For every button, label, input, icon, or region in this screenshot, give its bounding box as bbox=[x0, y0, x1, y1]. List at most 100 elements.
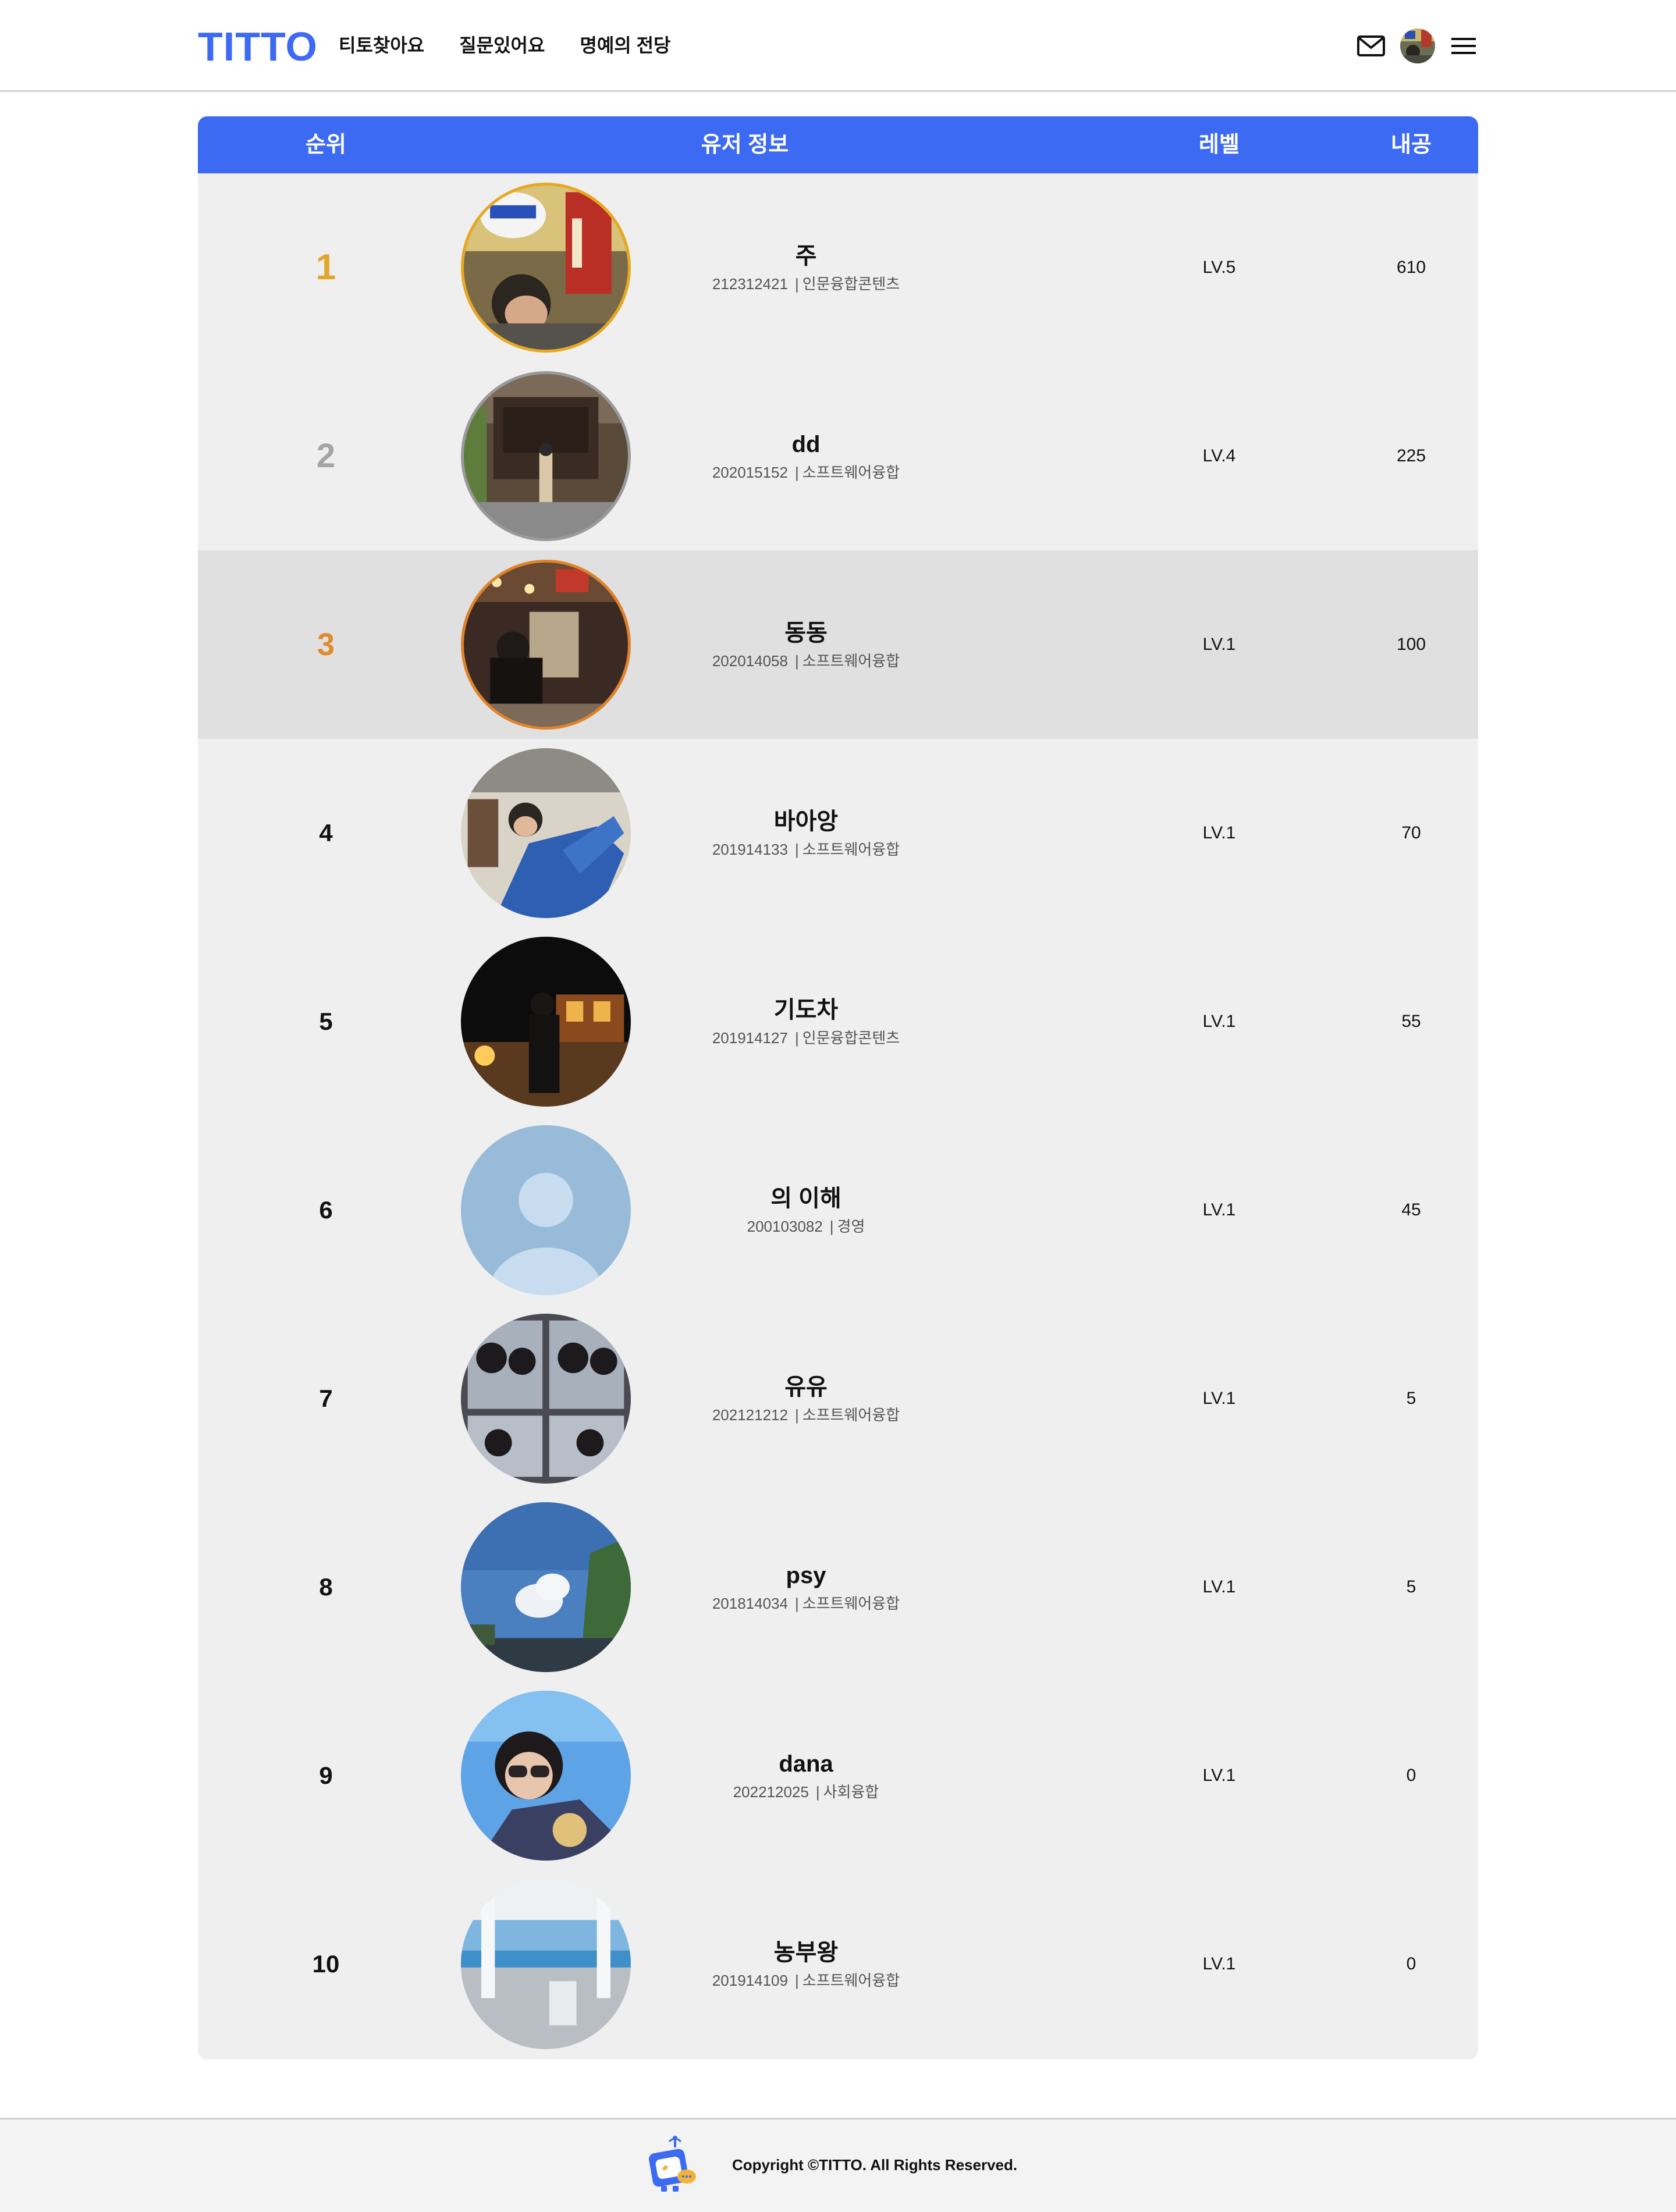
major: 소프트웨어융합 bbox=[802, 1972, 900, 1989]
separator: | bbox=[794, 1029, 799, 1047]
user-level: LV.1 bbox=[1202, 823, 1236, 842]
user-avatar[interactable] bbox=[461, 1691, 631, 1861]
separator: | bbox=[794, 464, 799, 481]
user-meta: 201914133 | 소프트웨어융합 bbox=[712, 839, 900, 860]
user-name[interactable]: 농부왕 bbox=[774, 1937, 838, 1968]
user-photo bbox=[464, 186, 628, 350]
separator: | bbox=[794, 1595, 799, 1612]
student-id: 212312421 bbox=[712, 275, 788, 293]
profile-avatar-button[interactable] bbox=[1400, 29, 1435, 63]
column-header-level: 레벨 bbox=[1199, 133, 1240, 157]
user-name[interactable]: 주 bbox=[796, 241, 817, 271]
user-info: 농부왕 201914109 | 소프트웨어융합 bbox=[652, 1870, 960, 2058]
rank-number: 9 bbox=[319, 1762, 333, 1789]
user-meta: 202014058 | 소프트웨어융합 bbox=[712, 650, 900, 671]
user-photo bbox=[461, 1502, 631, 1672]
table-row[interactable]: 3 동동 202014058 | 소프트웨어융합 LV.1 100 bbox=[198, 550, 1478, 739]
rank-number: 4 bbox=[319, 819, 333, 847]
nav-item-questions[interactable]: 질문있어요 bbox=[459, 30, 545, 61]
user-points: 5 bbox=[1406, 1577, 1416, 1596]
user-meta: 201914109 | 소프트웨어융합 bbox=[712, 1970, 900, 1991]
user-name[interactable]: dd bbox=[792, 429, 821, 460]
table-header: 순위 유저 정보 레벨 내공 bbox=[198, 116, 1478, 173]
column-header-user-info: 유저 정보 bbox=[701, 133, 789, 157]
user-avatar[interactable] bbox=[461, 560, 631, 730]
user-photo bbox=[461, 1691, 631, 1861]
user-info: 기도차 201914127 | 인문융합콘텐츠 bbox=[652, 927, 960, 1116]
copyright-text: Copyright ©TITTO. All Rights Reserved. bbox=[732, 2156, 1018, 2174]
table-row[interactable]: 8 psy 201814034 | 소프트웨어융합 LV.1 5 bbox=[198, 1493, 1478, 1681]
rank-number: 10 bbox=[312, 1950, 340, 1978]
user-avatar[interactable] bbox=[461, 1879, 631, 2049]
major: 소프트웨어융합 bbox=[802, 1406, 900, 1424]
user-avatar[interactable] bbox=[461, 183, 631, 353]
user-avatar[interactable] bbox=[461, 748, 631, 918]
user-avatar[interactable] bbox=[461, 371, 631, 541]
major: 인문융합콘텐츠 bbox=[802, 275, 900, 293]
rank-number: 3 bbox=[317, 627, 335, 662]
user-level: LV.4 bbox=[1202, 446, 1236, 465]
student-id: 201914127 bbox=[712, 1029, 788, 1047]
table-row[interactable]: 9 dana 202212025 | 사회융합 LV.1 0 bbox=[198, 1681, 1478, 1870]
user-level: LV.1 bbox=[1202, 1577, 1236, 1596]
user-points: 610 bbox=[1396, 258, 1426, 277]
user-info: 주 212312421 | 인문융합콘텐츠 bbox=[652, 173, 960, 362]
titto-mascot-logo bbox=[649, 2136, 696, 2192]
mail-icon[interactable] bbox=[1356, 31, 1386, 61]
nav-item-find-titto[interactable]: 티토찾아요 bbox=[339, 30, 424, 61]
user-level: LV.1 bbox=[1202, 1766, 1236, 1785]
table-row[interactable]: 2 dd 202015152 | 소프트웨어융합 LV.4 225 bbox=[198, 362, 1478, 550]
user-level: LV.1 bbox=[1202, 635, 1236, 654]
user-info: 유유 202121212 | 소프트웨어융합 bbox=[652, 1304, 960, 1493]
user-name[interactable]: 기도차 bbox=[774, 995, 838, 1025]
user-points: 45 bbox=[1401, 1200, 1421, 1219]
user-meta: 200103082 | 경영 bbox=[747, 1216, 865, 1237]
user-name[interactable]: psy bbox=[786, 1560, 826, 1591]
student-id: 202212025 bbox=[733, 1783, 809, 1801]
column-header-points: 내공 bbox=[1391, 133, 1432, 157]
user-name[interactable]: 의 이해 bbox=[770, 1183, 841, 1214]
user-meta: 212312421 | 인문융합콘텐츠 bbox=[712, 273, 900, 294]
user-avatar[interactable] bbox=[461, 1125, 631, 1295]
table-row[interactable]: 7 유유 202121212 | 소프트웨어융합 LV.1 5 bbox=[198, 1304, 1478, 1493]
student-id: 201814034 bbox=[712, 1595, 788, 1612]
user-info: dana 202212025 | 사회융합 bbox=[652, 1681, 960, 1870]
user-photo bbox=[461, 748, 631, 918]
user-name[interactable]: 동동 bbox=[784, 618, 828, 648]
major: 소프트웨어융합 bbox=[802, 1595, 900, 1612]
separator: | bbox=[794, 652, 799, 670]
user-avatar[interactable] bbox=[461, 1314, 631, 1484]
user-info: 바아앙 201914133 | 소프트웨어융합 bbox=[652, 739, 960, 927]
user-name[interactable]: 바아앙 bbox=[774, 806, 838, 837]
table-body: 1 주 212312421 | 인문융합콘텐츠 LV.5 610 2 dd 20… bbox=[198, 173, 1478, 2058]
rank-number: 1 bbox=[315, 247, 336, 287]
rank-number: 8 bbox=[319, 1573, 333, 1601]
table-row[interactable]: 10 농부왕 201914109 | 소프트웨어융합 LV.1 0 bbox=[198, 1870, 1478, 2058]
rank-number: 7 bbox=[319, 1385, 333, 1412]
user-info: 동동 202014058 | 소프트웨어융합 bbox=[652, 550, 960, 739]
table-row[interactable]: 6 의 이해 200103082 | 경영 LV.1 45 bbox=[198, 1116, 1478, 1304]
table-row[interactable]: 1 주 212312421 | 인문융합콘텐츠 LV.5 610 bbox=[198, 173, 1478, 362]
main-nav: 티토찾아요 질문있어요 명예의 전당 bbox=[339, 30, 706, 61]
hamburger-menu-icon[interactable] bbox=[1449, 31, 1478, 61]
user-avatar[interactable] bbox=[461, 1502, 631, 1672]
titto-logo[interactable]: TITTO bbox=[198, 23, 318, 70]
user-meta: 202015152 | 소프트웨어융합 bbox=[712, 462, 900, 483]
user-level: LV.1 bbox=[1202, 1200, 1236, 1219]
major: 소프트웨어융합 bbox=[802, 464, 900, 481]
student-id: 202014058 bbox=[712, 652, 788, 670]
default-avatar-icon bbox=[461, 1125, 631, 1295]
user-name[interactable]: dana bbox=[779, 1749, 833, 1779]
table-row[interactable]: 5 기도차 201914127 | 인문융합콘텐츠 LV.1 55 bbox=[198, 927, 1478, 1116]
user-name[interactable]: 유유 bbox=[784, 1372, 828, 1402]
user-level: LV.5 bbox=[1202, 258, 1236, 277]
major: 소프트웨어융합 bbox=[802, 841, 900, 858]
student-id: 202121212 bbox=[712, 1406, 788, 1424]
student-id: 201914133 bbox=[712, 841, 788, 858]
separator: | bbox=[794, 841, 799, 858]
table-row[interactable]: 4 바아앙 201914133 | 소프트웨어융합 LV.1 70 bbox=[198, 739, 1478, 927]
user-avatar[interactable] bbox=[461, 937, 631, 1107]
column-header-rank: 순위 bbox=[306, 133, 346, 157]
user-level: LV.1 bbox=[1202, 1389, 1236, 1408]
nav-item-hall-of-fame[interactable]: 명예의 전당 bbox=[580, 30, 670, 61]
